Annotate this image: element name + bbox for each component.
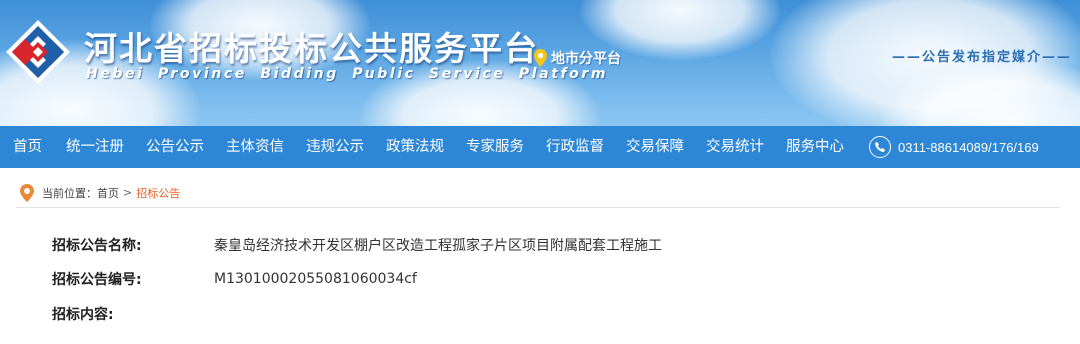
header-banner: 河北省招标投标公共服务平台 Hebei Province Bidding Pub… xyxy=(0,0,1080,126)
announcement-code-row: 招标公告编号: M1301000205508106003​4cf xyxy=(0,267,1080,291)
breadcrumb-current[interactable]: 招标公告 xyxy=(136,185,180,201)
nav-item-policies[interactable]: 政策法规 xyxy=(375,126,455,168)
nav-item-credit[interactable]: 主体资信 xyxy=(215,126,295,168)
nav-item-expert-services[interactable]: 专家服务 xyxy=(455,126,535,168)
nav-item-supervision[interactable]: 行政监督 xyxy=(535,126,615,168)
nav-item-announcements[interactable]: 公告公示 xyxy=(135,126,215,168)
announcement-name-value: 秦皇岛经济技术开发区棚户区改造工程孤家子片区项目附属配套工程施工 xyxy=(214,238,662,254)
breadcrumb-separator: > xyxy=(123,186,133,199)
nav-item-trade-guarantee[interactable]: 交易保障 xyxy=(615,126,695,168)
main-navbar: 首页 统一注册 公告公示 主体资信 违规公示 政策法规 专家服务 行政监督 交易… xyxy=(0,126,1080,168)
announcement-name-label: 招标公告名称: xyxy=(52,238,142,254)
announcement-code-label: 招标公告编号: xyxy=(52,272,142,288)
diamond-logo-icon[interactable] xyxy=(4,18,72,86)
hotline-number: 0311-88614089/176/169 xyxy=(898,139,1039,155)
designated-media-notice: ——公告发布指定媒介—— xyxy=(891,50,1072,65)
announcement-code-value: M1301000205508106003​4cf xyxy=(214,271,417,287)
hotline: 0311-88614089/176/169 xyxy=(869,136,1039,158)
announcement-content-row: 招标内容: xyxy=(0,302,1080,326)
announcement-content-label: 招标内容: xyxy=(52,307,114,323)
site-subtitle: Hebei Province Bidding Public Service Pl… xyxy=(86,66,609,82)
announcement-name-row: 招标公告名称: 秦皇岛经济技术开发区棚户区改造工程孤家子片区项目附属配套工程施工 xyxy=(0,233,1080,257)
nav-item-trade-statistics[interactable]: 交易统计 xyxy=(695,126,775,168)
location-pin-icon xyxy=(20,183,34,202)
breadcrumb-home-link[interactable]: 首页 xyxy=(97,185,119,201)
nav-item-unified-registration[interactable]: 统一注册 xyxy=(55,126,135,168)
location-pin-icon xyxy=(534,49,547,67)
nav-item-service-center[interactable]: 服务中心 xyxy=(775,126,855,168)
phone-icon xyxy=(869,136,891,158)
breadcrumb-prefix: 当前位置： xyxy=(42,186,97,200)
city-subplatform-link[interactable]: 地市分平台 xyxy=(534,48,621,68)
nav-item-home[interactable]: 首页 xyxy=(0,126,55,168)
breadcrumb: 当前位置： 首页 > 招标公告 xyxy=(16,178,1060,208)
nav-item-violations[interactable]: 违规公示 xyxy=(295,126,375,168)
city-link-label: 地市分平台 xyxy=(551,51,621,67)
site-title: 河北省招标投标公共服务平台 xyxy=(84,29,539,68)
